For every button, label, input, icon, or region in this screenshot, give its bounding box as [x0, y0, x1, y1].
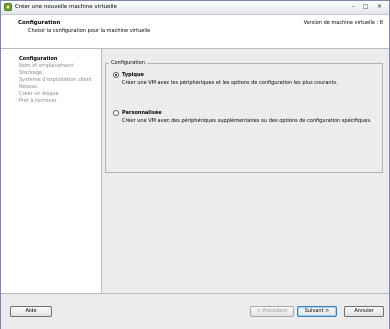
option-custom-description: Créer une VM avec des périphériques supp…: [122, 118, 372, 124]
vm-app-icon: [4, 3, 12, 11]
wizard-header: Configuration Choisir la configuration p…: [1, 15, 389, 49]
help-button[interactable]: Aide: [10, 306, 52, 317]
title-bar[interactable]: Créer une nouvelle machine virtuelle – □…: [1, 1, 389, 15]
step-name-location: Nom et emplacement: [19, 63, 74, 69]
page-subtitle: Choisir la configuration pour la machine…: [28, 28, 151, 34]
window-title: Créer une nouvelle machine virtuelle: [15, 4, 117, 10]
next-button[interactable]: Suivant >: [297, 306, 337, 317]
wizard-window: Créer une nouvelle machine virtuelle – □…: [0, 0, 390, 329]
option-typical-description: Créer une VM avec les périphériques et l…: [122, 80, 338, 86]
radio-typical[interactable]: [113, 72, 119, 78]
wizard-steps: Configuration Nom et emplacement Stockag…: [1, 49, 102, 293]
step-ready-to-complete: Prêt à terminer: [19, 98, 57, 104]
step-guest-os: Système d'exploitation client: [19, 77, 92, 83]
configuration-group: Configuration Typique Créer une VM avec …: [105, 60, 383, 173]
cancel-button[interactable]: Annuler: [344, 306, 384, 317]
wizard-footer: Aide < Précédent Suivant > Annuler: [1, 293, 389, 329]
radio-custom[interactable]: [113, 110, 119, 116]
main-panel: Configuration Typique Créer une VM avec …: [102, 49, 389, 293]
close-icon[interactable]: ✕: [375, 3, 384, 11]
step-configuration[interactable]: Configuration: [19, 56, 57, 62]
back-button[interactable]: < Précédent: [250, 306, 294, 317]
vm-version-label: Version de machine virtuelle : 8: [303, 20, 383, 26]
group-title: Configuration: [109, 60, 147, 66]
minimize-icon[interactable]: –: [349, 3, 358, 11]
maximize-icon[interactable]: □: [361, 3, 370, 11]
page-title: Configuration: [18, 20, 61, 26]
option-typical-label[interactable]: Typique: [122, 72, 144, 78]
option-custom-label[interactable]: Personnalisée: [122, 110, 162, 116]
step-storage: Stockage: [19, 70, 43, 76]
step-create-disk: Créer un disque: [19, 91, 59, 97]
step-network: Réseau: [19, 84, 38, 90]
